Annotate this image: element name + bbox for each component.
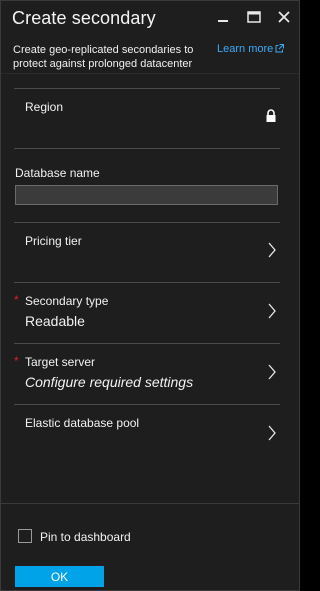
required-marker: * (14, 354, 19, 368)
elastic-pool-row[interactable]: Elastic database pool (14, 405, 280, 465)
secondary-type-value: Readable (25, 313, 85, 329)
elastic-pool-label: Elastic database pool (25, 416, 140, 430)
database-name-label: Database name (15, 166, 100, 180)
footer-divider (1, 503, 299, 504)
chevron-right-icon (268, 303, 276, 324)
target-server-label: Target server (25, 355, 96, 369)
learn-more-link[interactable]: Learn more (217, 43, 285, 56)
blade-header: Create secondary (1, 1, 299, 37)
pin-checkbox[interactable] (18, 529, 32, 543)
target-server-row[interactable]: * Target server Configure required setti… (14, 344, 280, 404)
external-link-icon (275, 44, 285, 56)
create-secondary-blade: Create secondary Create geo-replicated s… (0, 0, 300, 591)
maximize-button[interactable] (246, 9, 262, 25)
minimize-button[interactable] (215, 9, 231, 25)
secondary-type-row[interactable]: * Secondary type Readable (14, 283, 280, 343)
chevron-right-icon (268, 425, 276, 446)
ok-button[interactable]: OK (15, 566, 104, 587)
divider (14, 148, 280, 149)
chevron-right-icon (268, 364, 276, 385)
pin-label: Pin to dashboard (40, 530, 131, 544)
required-marker: * (14, 293, 19, 307)
close-icon (278, 11, 290, 23)
pricing-tier-row[interactable]: Pricing tier (14, 223, 280, 282)
target-server-value: Configure required settings (25, 374, 194, 390)
maximize-icon (247, 11, 261, 23)
secondary-type-label: Secondary type (25, 294, 109, 308)
blade-subheader: Create geo-replicated secondaries to pro… (1, 37, 299, 74)
region-row: Region (14, 89, 280, 147)
lock-icon (265, 109, 277, 128)
blade-title: Create secondary (12, 8, 156, 28)
blade-description: Create geo-replicated secondaries to pro… (13, 44, 194, 70)
pricing-tier-label: Pricing tier (25, 234, 82, 248)
chevron-right-icon (268, 242, 276, 263)
close-button[interactable] (276, 9, 292, 25)
region-label: Region (25, 100, 64, 114)
minimize-icon (218, 20, 228, 22)
database-name-input[interactable] (15, 185, 278, 205)
learn-more-label: Learn more (217, 43, 274, 55)
